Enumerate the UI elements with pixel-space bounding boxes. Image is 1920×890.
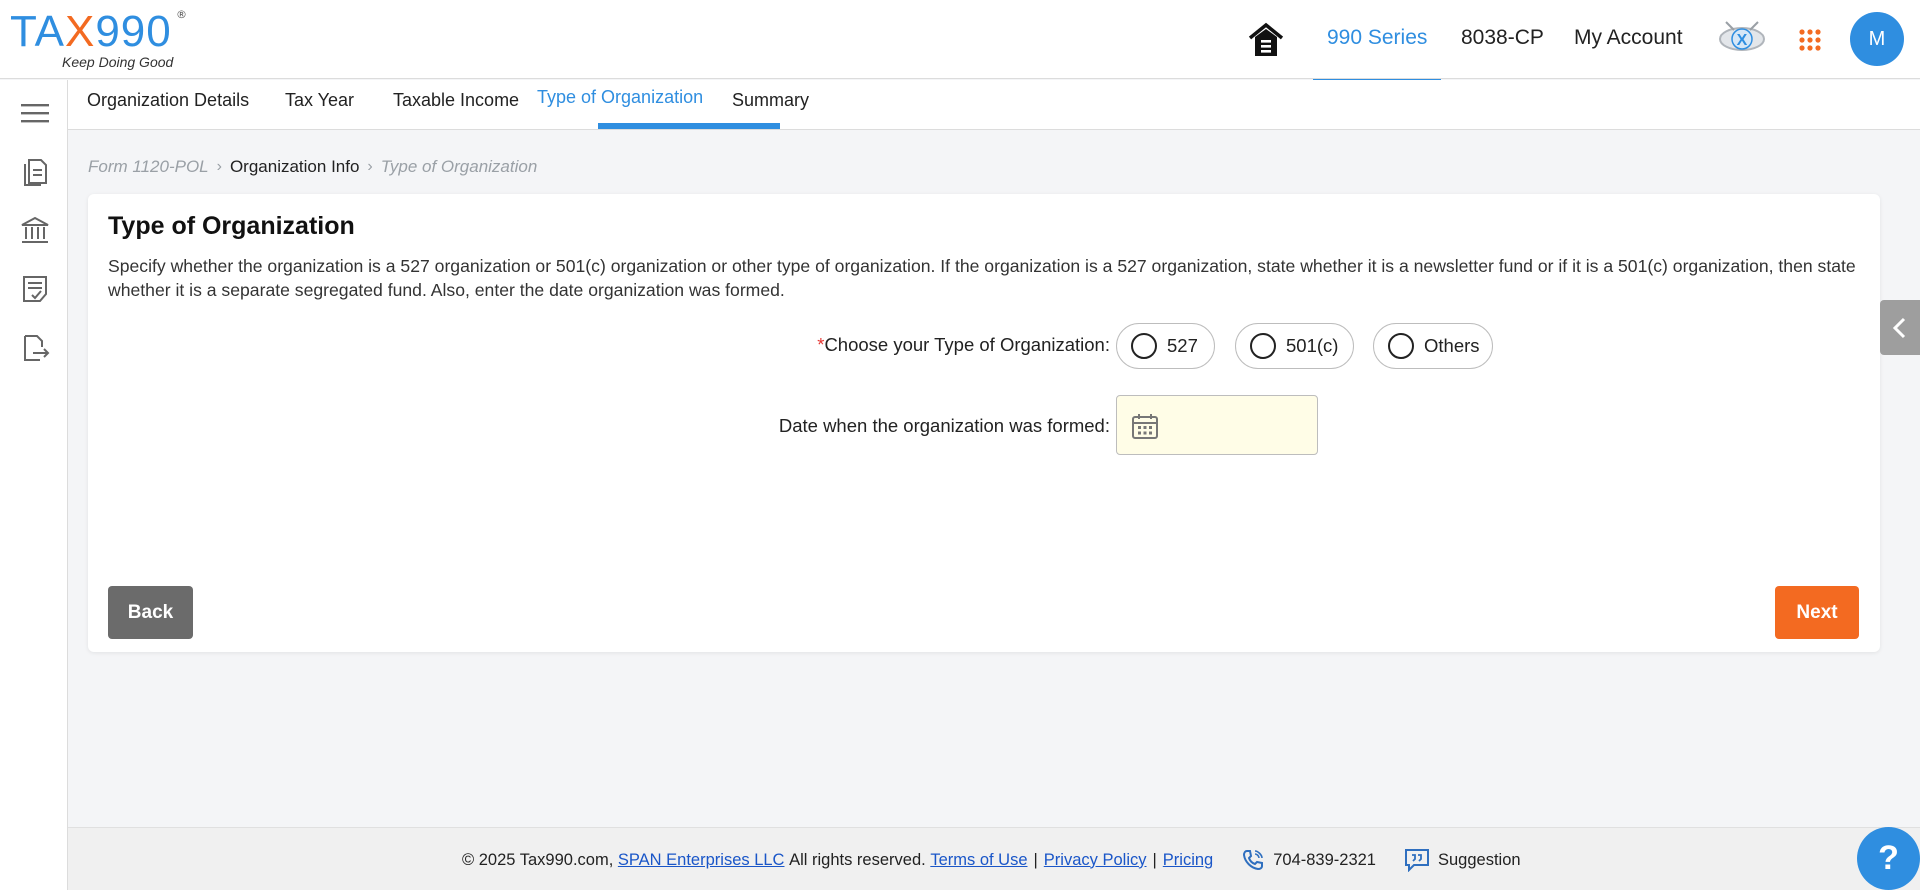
org-type-option-501c[interactable]: 501(c) bbox=[1235, 323, 1354, 369]
phone-number: 704-839-2321 bbox=[1273, 850, 1376, 869]
logo-tagline: Keep Doing Good bbox=[62, 54, 174, 70]
pricing-link[interactable]: Pricing bbox=[1163, 851, 1213, 870]
org-type-option-others[interactable]: Others bbox=[1373, 323, 1493, 369]
breadcrumb-form[interactable]: Form 1120-POL bbox=[88, 157, 209, 177]
tab-organization-details[interactable]: Organization Details bbox=[80, 88, 256, 113]
phone-icon bbox=[1243, 850, 1264, 871]
nav-my-account[interactable]: My Account bbox=[1574, 26, 1683, 50]
terms-link[interactable]: Terms of Use bbox=[930, 851, 1027, 870]
chevron-left-icon bbox=[1892, 317, 1906, 338]
copyright-text: © 2025 Tax990.com, bbox=[462, 850, 614, 869]
apps-grid-icon[interactable] bbox=[1798, 28, 1822, 52]
suggestion-link[interactable]: Suggestion bbox=[1404, 848, 1521, 872]
form-section-tabs: Organization Details Tax Year Taxable In… bbox=[68, 80, 1920, 130]
suggestion-label: Suggestion bbox=[1438, 850, 1521, 869]
svg-text:X: X bbox=[1737, 32, 1748, 49]
checklist-icon[interactable] bbox=[20, 274, 50, 304]
radio-circle-icon[interactable] bbox=[1250, 333, 1276, 359]
phone-contact[interactable]: 704-839-2321 bbox=[1241, 848, 1376, 872]
privacy-link[interactable]: Privacy Policy bbox=[1044, 851, 1147, 870]
footer-separator: | bbox=[1152, 850, 1157, 869]
tab-type-of-organization[interactable]: Type of Organization bbox=[530, 85, 710, 110]
help-button[interactable]: ? bbox=[1857, 827, 1920, 890]
bank-icon[interactable] bbox=[20, 215, 50, 245]
radio-circle-icon[interactable] bbox=[1388, 333, 1414, 359]
footer-content: © 2025 Tax990.com, SPAN Enterprises LLC … bbox=[462, 848, 1521, 872]
tab-active-indicator bbox=[598, 123, 780, 129]
documents-icon[interactable] bbox=[20, 156, 50, 186]
chevron-right-icon: › bbox=[216, 158, 222, 175]
side-panel-toggle[interactable] bbox=[1880, 300, 1920, 355]
home-icon[interactable] bbox=[1246, 20, 1286, 60]
company-link[interactable]: SPAN Enterprises LLC bbox=[618, 851, 785, 870]
footer-separator: | bbox=[1033, 850, 1038, 869]
user-avatar[interactable]: M bbox=[1850, 12, 1904, 66]
left-sidebar bbox=[0, 80, 68, 890]
page-title: Type of Organization bbox=[108, 212, 355, 240]
nav-8038-cp[interactable]: 8038-CP bbox=[1461, 26, 1544, 50]
calendar-icon[interactable] bbox=[1131, 412, 1159, 440]
menu-icon[interactable] bbox=[20, 98, 50, 128]
breadcrumb: Form 1120-POL › Organization Info › Type… bbox=[88, 157, 537, 177]
chevron-right-icon: › bbox=[367, 158, 373, 175]
tax990-logo[interactable]: TAX990 ® Keep Doing Good bbox=[10, 8, 190, 72]
tab-tax-year[interactable]: Tax Year bbox=[278, 88, 361, 113]
breadcrumb-organization-info[interactable]: Organization Info bbox=[230, 157, 359, 177]
breadcrumb-current: Type of Organization bbox=[380, 157, 538, 176]
back-button[interactable]: Back bbox=[108, 586, 193, 639]
next-button[interactable]: Next bbox=[1775, 586, 1859, 639]
section-description: Specify whether the organization is a 52… bbox=[108, 256, 1856, 300]
radio-circle-icon[interactable] bbox=[1131, 333, 1157, 359]
date-formed-input[interactable] bbox=[1116, 395, 1318, 455]
logo-wordmark: TAX990 bbox=[10, 7, 172, 56]
nav-990-series[interactable]: 990 Series bbox=[1327, 26, 1427, 50]
registered-mark: ® bbox=[176, 8, 187, 21]
tab-summary[interactable]: Summary bbox=[725, 88, 816, 113]
tab-taxable-income[interactable]: Taxable Income bbox=[386, 88, 526, 113]
x-badge-icon[interactable]: X bbox=[1718, 16, 1766, 62]
top-header: TAX990 ® Keep Doing Good 990 Series 8038… bbox=[0, 0, 1920, 85]
suggestion-icon bbox=[1405, 849, 1429, 872]
org-type-option-527[interactable]: 527 bbox=[1116, 323, 1215, 369]
file-export-icon[interactable] bbox=[20, 333, 50, 363]
page-footer: © 2025 Tax990.com, SPAN Enterprises LLC … bbox=[68, 827, 1920, 890]
org-type-label: *Choose your Type of Organization: bbox=[817, 334, 1110, 355]
type-of-organization-card: Type of Organization Specify whether the… bbox=[88, 194, 1880, 652]
date-formed-label: Date when the organization was formed: bbox=[778, 415, 1110, 436]
rights-text: All rights reserved. bbox=[789, 850, 926, 869]
